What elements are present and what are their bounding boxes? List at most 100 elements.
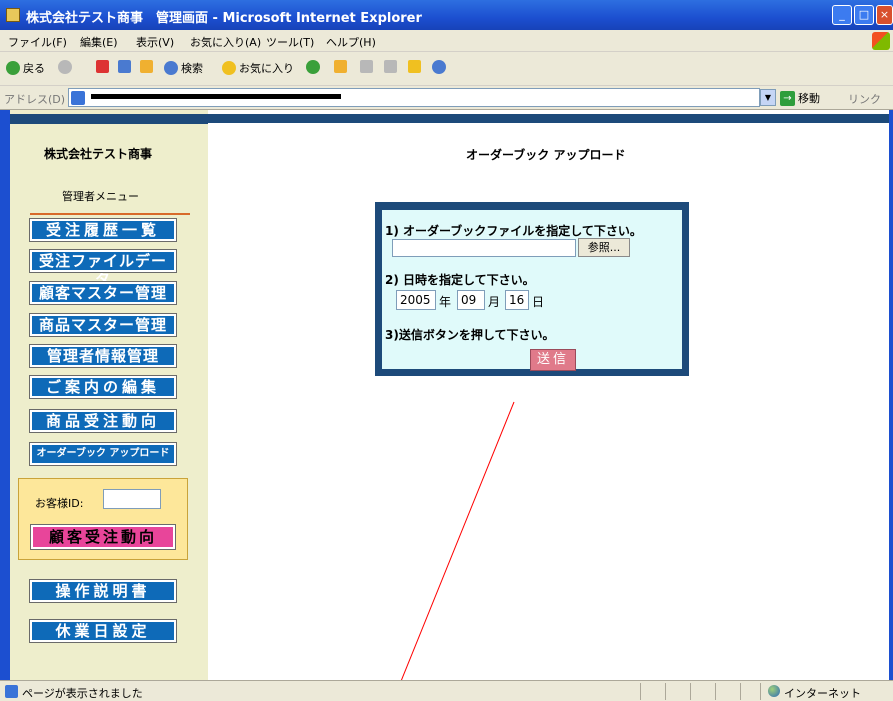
- window-frame-left: [0, 110, 10, 680]
- page-done-icon: [5, 685, 18, 698]
- customer-id-input[interactable]: [103, 489, 161, 509]
- page-title: オーダーブック アップロード: [466, 148, 626, 162]
- menu-tools[interactable]: ツール(T): [266, 34, 314, 50]
- status-pane: [640, 683, 641, 700]
- menu-favorites[interactable]: お気に入り(A): [190, 34, 261, 50]
- customer-id-label: お客様ID:: [35, 497, 84, 510]
- browse-button[interactable]: 参照...: [578, 238, 630, 257]
- print-icon: [360, 60, 373, 73]
- file-input[interactable]: [392, 239, 576, 257]
- go-arrow-icon: →: [780, 90, 795, 106]
- messenger-button[interactable]: [432, 60, 449, 74]
- company-name: 株式会社テスト商事: [44, 147, 153, 161]
- product-master-button[interactable]: 商品マスター管理: [29, 313, 177, 337]
- mail-button[interactable]: [334, 60, 350, 73]
- manual-button[interactable]: 操作説明書: [29, 579, 177, 603]
- address-dropdown[interactable]: ▼: [760, 89, 776, 106]
- redacted-url: [91, 94, 341, 99]
- order-history-button[interactable]: 受注履歴一覧: [29, 218, 177, 242]
- customer-master-button[interactable]: 顧客マスター管理: [29, 281, 177, 305]
- back-button[interactable]: 戻る: [6, 60, 45, 76]
- menu-view[interactable]: 表示(V): [136, 34, 174, 50]
- title-bar: 株式会社テスト商事 管理画面 - Microsoft Internet Expl…: [0, 0, 893, 30]
- year-unit: 年: [439, 295, 452, 309]
- folder-icon: [408, 60, 421, 73]
- admin-menu-label: 管理者メニュー: [62, 190, 139, 203]
- menu-help[interactable]: ヘルプ(H): [326, 34, 376, 50]
- mail-icon: [334, 60, 347, 73]
- status-bar: ページが表示されました インターネット: [0, 680, 893, 701]
- status-text: ページが表示されました: [22, 687, 143, 700]
- admin-info-button[interactable]: 管理者情報管理: [29, 344, 177, 368]
- back-arrow-icon: [6, 61, 20, 75]
- stop-button[interactable]: [96, 60, 112, 73]
- search-label: 検索: [181, 62, 203, 75]
- guide-edit-button[interactable]: ご案内の編集: [29, 375, 177, 399]
- upload-form: 1) オーダーブックファイルを指定して下さい。 参照... 2) 日時を指定して…: [375, 202, 689, 376]
- globe-icon: [768, 685, 780, 697]
- address-label: アドレス(D): [4, 93, 66, 106]
- history-icon: [306, 60, 320, 74]
- forward-button[interactable]: [58, 60, 75, 74]
- status-pane: [740, 683, 741, 700]
- close-button[interactable]: ×: [876, 5, 893, 25]
- stop-icon: [96, 60, 109, 73]
- status-pane: [760, 683, 761, 700]
- submit-button[interactable]: 送信: [530, 349, 576, 371]
- search-button[interactable]: 検索: [164, 60, 203, 76]
- month-input[interactable]: 09: [457, 290, 485, 310]
- edit-button[interactable]: [384, 60, 400, 73]
- refresh-icon: [118, 60, 131, 73]
- product-order-trend-button[interactable]: 商品受注動向: [29, 409, 177, 433]
- back-label: 戻る: [23, 62, 45, 75]
- day-unit: 日: [532, 295, 545, 309]
- refresh-button[interactable]: [118, 60, 134, 73]
- step3-label: 3)送信ボタンを押して下さい。: [385, 328, 555, 342]
- address-input[interactable]: [68, 88, 760, 107]
- go-label: 移動: [798, 92, 820, 105]
- month-unit: 月: [488, 295, 501, 309]
- toolbar: 戻る 検索 お気に入り: [0, 52, 893, 86]
- zone-label: インターネット: [784, 687, 861, 700]
- search-icon: [164, 61, 178, 75]
- address-bar: アドレス(D) ▼ → 移動 リンク: [0, 86, 893, 110]
- favorites-label: お気に入り: [239, 62, 294, 75]
- links-label[interactable]: リンク: [848, 91, 881, 107]
- folder-button[interactable]: [408, 60, 424, 73]
- holiday-settings-button[interactable]: 休業日設定: [29, 619, 177, 643]
- status-pane: [665, 683, 666, 700]
- windows-logo-icon: [872, 32, 890, 50]
- orderbook-upload-nav-button[interactable]: オーダーブック アップロード: [29, 442, 177, 466]
- divider: [30, 213, 190, 215]
- window-frame-right: [889, 110, 893, 680]
- sidebar-header-bar: [10, 114, 208, 124]
- minimize-button[interactable]: _: [832, 5, 852, 25]
- maximize-button[interactable]: □: [854, 5, 874, 25]
- history-button[interactable]: [306, 60, 323, 74]
- forward-arrow-icon: [58, 60, 72, 74]
- ie-icon: [6, 8, 20, 22]
- customer-box: お客様ID: 顧客受注動向: [18, 478, 188, 560]
- edit-icon: [384, 60, 397, 73]
- customer-order-trend-button[interactable]: 顧客受注動向: [30, 524, 176, 550]
- status-pane: [690, 683, 691, 700]
- page-icon: [71, 91, 85, 105]
- menu-edit[interactable]: 編集(E): [80, 34, 118, 50]
- main-header-bar: [208, 114, 889, 123]
- star-icon: [222, 61, 236, 75]
- order-file-data-button[interactable]: 受注ファイルデータ: [29, 249, 177, 288]
- step1-label: 1) オーダーブックファイルを指定して下さい。: [385, 224, 642, 238]
- status-pane: [715, 683, 716, 700]
- menu-file[interactable]: ファイル(F): [8, 34, 67, 50]
- window-title: 株式会社テスト商事 管理画面 - Microsoft Internet Expl…: [26, 11, 422, 26]
- year-input[interactable]: 2005: [396, 290, 436, 310]
- menu-bar: ファイル(F) 編集(E) 表示(V) お気に入り(A) ツール(T) ヘルプ(…: [0, 30, 893, 52]
- print-button[interactable]: [360, 60, 376, 73]
- favorites-button[interactable]: お気に入り: [222, 60, 294, 76]
- go-button[interactable]: → 移動: [780, 90, 820, 106]
- day-input[interactable]: 16: [505, 290, 529, 310]
- messenger-icon: [432, 60, 446, 74]
- home-icon: [140, 60, 153, 73]
- home-button[interactable]: [140, 60, 156, 73]
- step2-label: 2) 日時を指定して下さい。: [385, 273, 535, 287]
